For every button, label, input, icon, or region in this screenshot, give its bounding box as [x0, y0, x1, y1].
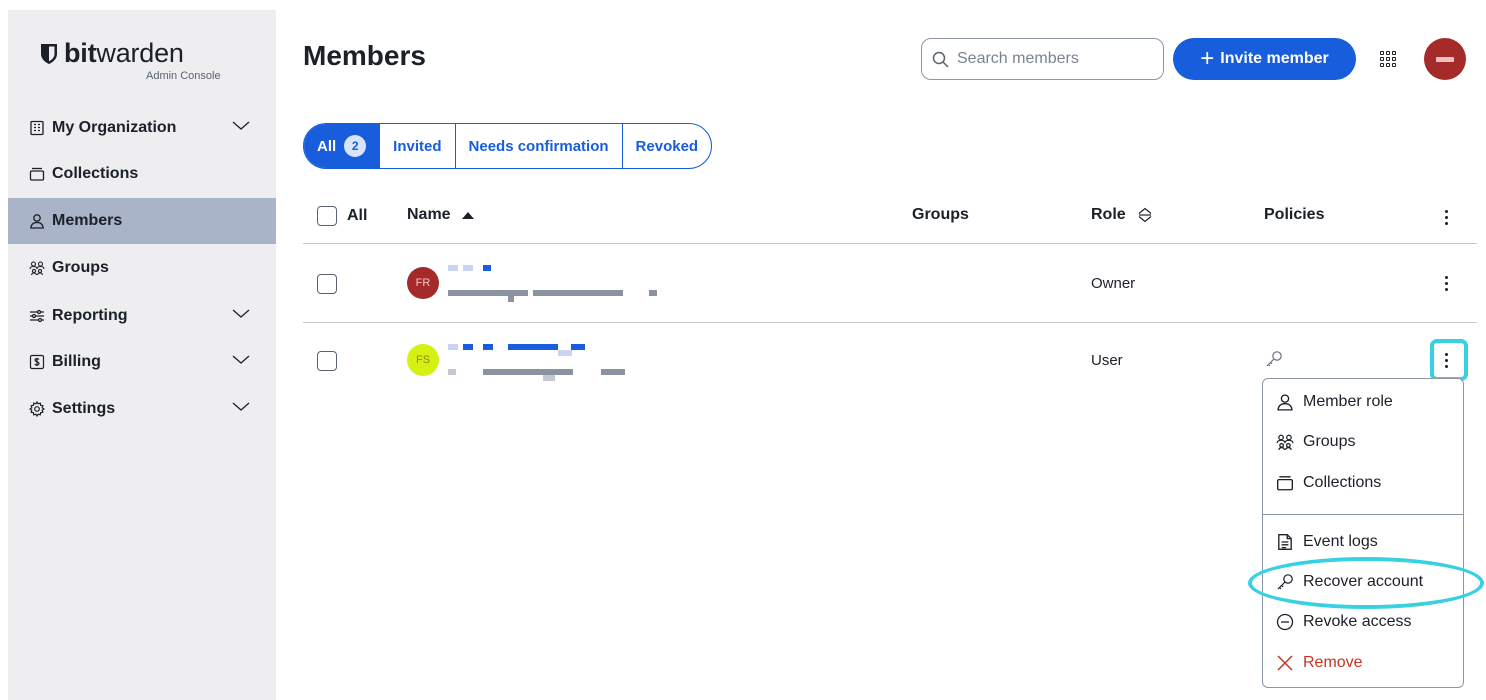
sidebar-item-members[interactable]: Members — [8, 198, 276, 244]
sort-icon — [1138, 207, 1152, 223]
gear-icon — [28, 400, 46, 418]
search-icon — [932, 51, 949, 68]
avatar: FS — [407, 344, 439, 376]
menu-divider — [1263, 514, 1463, 515]
table-options-kebab-icon[interactable] — [1433, 202, 1459, 232]
groups-icon — [28, 259, 46, 277]
search-box[interactable] — [921, 38, 1164, 80]
sidebar-item-settings[interactable]: Settings — [8, 386, 276, 432]
chevron-down-icon — [232, 402, 250, 411]
sidebar-item-label: Collections — [52, 165, 139, 182]
table-header: All Name Groups Role Policies — [303, 190, 1477, 244]
column-policies: Policies — [1264, 206, 1325, 223]
collections-icon — [1275, 473, 1295, 493]
account-avatar[interactable] — [1424, 38, 1466, 80]
sidebar-item-collections[interactable]: Collections — [8, 151, 276, 197]
count-badge: 2 — [344, 135, 367, 157]
select-all-label: All — [347, 207, 368, 224]
row-options-kebab-icon[interactable] — [1433, 268, 1459, 298]
column-name[interactable]: Name — [407, 206, 475, 224]
sidebar-item-groups[interactable]: Groups — [8, 245, 276, 291]
menu-item-remove[interactable]: Remove — [1263, 643, 1463, 683]
person-icon — [28, 212, 46, 230]
sidebar-item-label: Billing — [52, 353, 101, 370]
member-options-menu: Member role Groups Collections Event log… — [1262, 378, 1464, 688]
page-title: Members — [303, 40, 426, 71]
minus-circle-icon — [1275, 612, 1295, 632]
tab-all[interactable]: All 2 — [304, 124, 381, 168]
column-groups: Groups — [912, 206, 969, 223]
groups-icon — [1275, 432, 1295, 452]
key-icon — [1266, 351, 1282, 367]
menu-item-member-role[interactable]: Member role — [1263, 382, 1463, 422]
chevron-down-icon — [232, 355, 250, 364]
document-icon — [1275, 532, 1295, 552]
menu-item-groups[interactable]: Groups — [1263, 422, 1463, 462]
sidebar-item-billing[interactable]: Billing — [8, 339, 276, 385]
collections-icon — [28, 165, 46, 183]
row-checkbox[interactable] — [317, 351, 337, 371]
sidebar-item-label: Members — [52, 212, 123, 229]
highlight-recover-account-outline — [1248, 557, 1484, 609]
sidebar-item-label: Settings — [52, 400, 116, 417]
product-switcher-icon[interactable] — [1377, 48, 1399, 70]
sidebar-item-my-organization[interactable]: My Organization — [8, 105, 276, 151]
tab-revoked[interactable]: Revoked — [623, 124, 712, 168]
highlight-kebab-outline — [1430, 339, 1468, 381]
sort-ascending-icon — [461, 211, 474, 219]
select-all-checkbox[interactable] — [317, 206, 337, 226]
avatar: FR — [407, 267, 439, 299]
sidebar-item-label: Groups — [52, 259, 109, 276]
chevron-down-icon — [232, 121, 250, 130]
sidebar-item-label: Reporting — [52, 307, 128, 324]
sidebar-item-reporting[interactable]: Reporting — [8, 293, 276, 339]
brand-name: bitwarden — [64, 38, 184, 68]
sidebar: bitwarden Admin Console My Organization … — [8, 10, 276, 700]
menu-item-event-logs[interactable]: Event logs — [1263, 522, 1463, 562]
bitwarden-logo[interactable]: bitwarden Admin Console — [40, 38, 240, 84]
tab-needs-confirmation[interactable]: Needs confirmation — [456, 124, 623, 168]
brand-subtitle: Admin Console — [146, 70, 221, 82]
shield-icon — [41, 44, 57, 64]
column-role[interactable]: Role — [1091, 206, 1152, 224]
select-all[interactable]: All — [317, 206, 367, 226]
organization-icon — [28, 119, 46, 137]
table-row: FR Owner — [303, 245, 1477, 323]
invite-member-label: Invite member — [1220, 50, 1329, 67]
close-icon — [1275, 653, 1295, 673]
menu-item-collections[interactable]: Collections — [1263, 463, 1463, 503]
member-status-filter: All 2 Invited Needs confirmation Revoked — [303, 123, 713, 169]
tab-invited[interactable]: Invited — [380, 124, 456, 168]
sidebar-item-label: My Organization — [52, 119, 177, 136]
person-icon — [1275, 392, 1295, 412]
chevron-down-icon — [232, 309, 250, 318]
invite-member-button[interactable]: + Invite member — [1173, 38, 1356, 80]
member-role: Owner — [1091, 275, 1136, 292]
sliders-icon — [28, 307, 46, 325]
row-checkbox[interactable] — [317, 274, 337, 294]
search-input[interactable] — [957, 50, 1147, 68]
member-role: User — [1091, 352, 1123, 369]
plus-icon: + — [1200, 45, 1215, 72]
billing-icon — [28, 353, 46, 371]
